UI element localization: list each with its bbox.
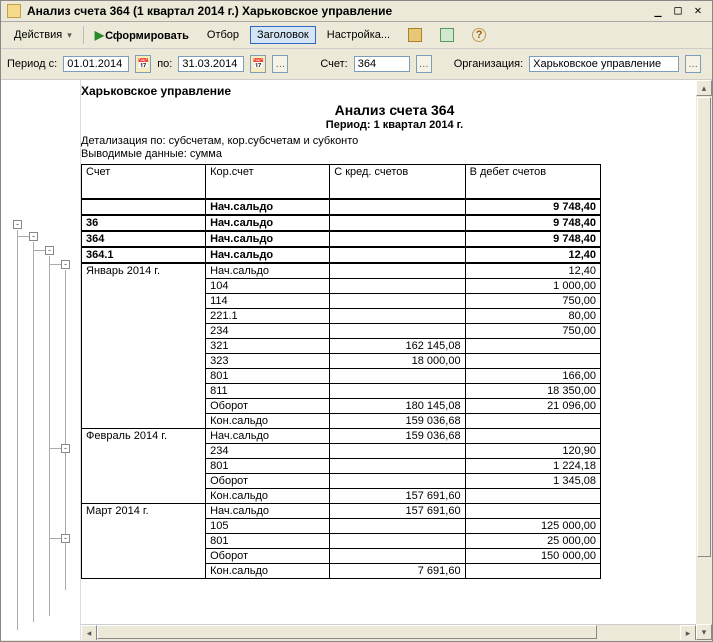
tree-toggle[interactable]: - bbox=[61, 534, 70, 543]
report-org: Харьковское управление bbox=[81, 84, 708, 98]
table-row[interactable]: Март 2014 г.Нач.сальдо157 691,60 bbox=[82, 503, 601, 518]
scroll-up-icon[interactable]: ▴ bbox=[696, 80, 712, 96]
col-account: Счет bbox=[82, 165, 206, 199]
filter-button[interactable]: Отбор bbox=[200, 26, 246, 44]
form-button[interactable]: ▶ Сформировать bbox=[88, 25, 196, 45]
tree-toggle[interactable]: - bbox=[13, 220, 22, 229]
export-icon-button[interactable] bbox=[433, 25, 461, 45]
report-detail: Детализация по: субсчетам, кор.субсчетам… bbox=[81, 135, 708, 147]
report-outdata: Выводимые данные: сумма bbox=[81, 148, 708, 160]
play-icon: ▶ bbox=[95, 28, 104, 42]
org-input[interactable] bbox=[529, 56, 679, 72]
date-to-calendar-button[interactable]: 📅 bbox=[250, 55, 266, 73]
outline-tree: - - - - - - bbox=[1, 80, 81, 640]
col-from-credit: С кред. счетов bbox=[330, 165, 465, 199]
minimize-button[interactable]: _ bbox=[650, 4, 666, 18]
horizontal-scrollbar[interactable]: ◂▸ bbox=[81, 624, 696, 640]
window-title: Анализ счета 364 (1 квартал 2014 г.) Хар… bbox=[27, 4, 392, 18]
settings-icon-button[interactable] bbox=[401, 25, 429, 45]
scroll-left-icon[interactable]: ◂ bbox=[81, 625, 97, 640]
export-icon bbox=[440, 28, 454, 42]
table-row[interactable]: 364.1Нач.сальдо12,40 bbox=[82, 247, 601, 263]
table-row[interactable]: Январь 2014 г.Нач.сальдо12,40 bbox=[82, 263, 601, 279]
scroll-right-icon[interactable]: ▸ bbox=[680, 625, 696, 640]
col-cor-account: Кор.счет bbox=[206, 165, 330, 199]
toolbar: Действия ▾ ▶ Сформировать Отбор Заголово… bbox=[1, 22, 712, 49]
report-period: Период: 1 квартал 2014 г. bbox=[81, 119, 708, 131]
table-row[interactable]: 36Нач.сальдо9 748,40 bbox=[82, 215, 601, 231]
actions-menu[interactable]: Действия ▾ bbox=[7, 26, 79, 44]
scroll-down-icon[interactable]: ▾ bbox=[696, 624, 712, 640]
header-button[interactable]: Заголовок bbox=[250, 26, 316, 44]
report-table: Счет Кор.счет С кред. счетов В дебет сче… bbox=[81, 164, 601, 579]
vertical-scrollbar[interactable]: ▴ ▾ bbox=[696, 80, 712, 640]
maximize-button[interactable]: □ bbox=[670, 4, 686, 18]
date-from-input[interactable] bbox=[63, 56, 129, 72]
period-to-label: по: bbox=[157, 58, 172, 70]
table-header-row: Счет Кор.счет С кред. счетов В дебет сче… bbox=[82, 165, 601, 199]
date-to-input[interactable] bbox=[178, 56, 244, 72]
account-picker-button[interactable]: … bbox=[416, 55, 432, 73]
report-title: Анализ счета 364 bbox=[81, 102, 708, 118]
tree-toggle[interactable]: - bbox=[45, 246, 54, 255]
help-icon: ? bbox=[472, 28, 486, 42]
period-picker-button[interactable]: … bbox=[272, 55, 288, 73]
scroll-thumb[interactable] bbox=[697, 97, 711, 557]
date-from-calendar-button[interactable]: 📅 bbox=[135, 55, 151, 73]
account-label: Счет: bbox=[320, 58, 347, 70]
content: - - - - - - Харьковское управление Анали… bbox=[1, 80, 712, 640]
col-to-debit: В дебет счетов bbox=[465, 165, 600, 199]
dropdown-arrow-icon: ▾ bbox=[67, 30, 72, 40]
help-button[interactable]: ? bbox=[465, 25, 493, 45]
titlebar: Анализ счета 364 (1 квартал 2014 г.) Хар… bbox=[1, 1, 712, 22]
account-input[interactable] bbox=[354, 56, 410, 72]
tree-toggle[interactable]: - bbox=[29, 232, 38, 241]
filter-bar: Период с: 📅 по: 📅 … Счет: … Организация:… bbox=[1, 49, 712, 80]
actions-label: Действия bbox=[14, 29, 62, 41]
table-row[interactable]: Февраль 2014 г.Нач.сальдо159 036,68 bbox=[82, 428, 601, 443]
table-row[interactable]: Нач.сальдо9 748,40 bbox=[82, 199, 601, 215]
settings-button[interactable]: Настройка... bbox=[320, 26, 397, 44]
org-label: Организация: bbox=[454, 58, 523, 70]
table-row[interactable]: 364Нач.сальдо9 748,40 bbox=[82, 231, 601, 247]
close-button[interactable]: ✕ bbox=[690, 4, 706, 18]
gear-icon bbox=[408, 28, 422, 42]
form-label: Сформировать bbox=[105, 30, 189, 42]
scroll-thumb[interactable] bbox=[97, 625, 597, 639]
period-from-label: Период с: bbox=[7, 58, 57, 70]
tree-toggle[interactable]: - bbox=[61, 444, 70, 453]
org-picker-button[interactable]: … bbox=[685, 55, 701, 73]
app-icon bbox=[7, 4, 21, 18]
report-area: Харьковское управление Анализ счета 364 … bbox=[81, 80, 712, 640]
tree-toggle[interactable]: - bbox=[61, 260, 70, 269]
